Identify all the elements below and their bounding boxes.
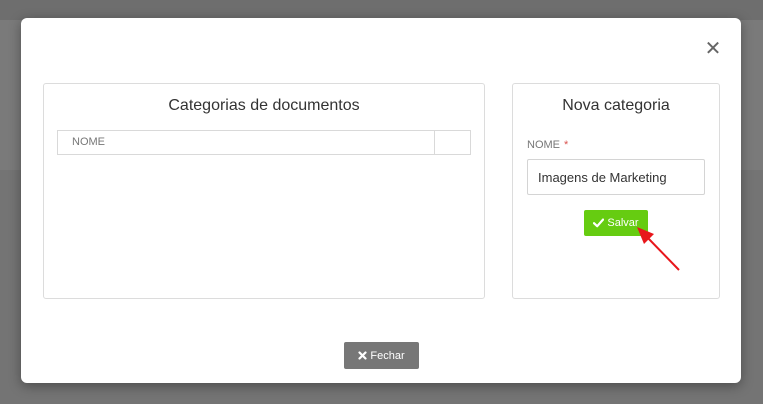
category-modal: ✕ Categorias de documentos NOME Nova cat… [21,18,741,383]
close-icon[interactable]: ✕ [705,39,722,59]
name-field-label-text: NOME [527,139,560,151]
close-modal-button-label: Fechar [370,349,405,362]
column-header-actions [435,131,470,154]
categories-panel-title: Categorias de documentos [168,97,360,114]
new-category-panel-title: Nova categoria [562,97,670,114]
times-icon [358,351,367,360]
categories-panel: Categorias de documentos NOME [43,83,485,299]
column-header-name[interactable]: NOME [58,131,435,154]
category-name-input[interactable] [527,159,705,195]
name-field-label: NOME * [527,139,568,151]
categories-table: NOME [57,130,471,155]
check-icon [593,218,605,228]
close-modal-button[interactable]: Fechar [344,342,419,369]
annotation-arrow-icon [637,227,680,271]
required-asterisk: * [564,139,569,151]
